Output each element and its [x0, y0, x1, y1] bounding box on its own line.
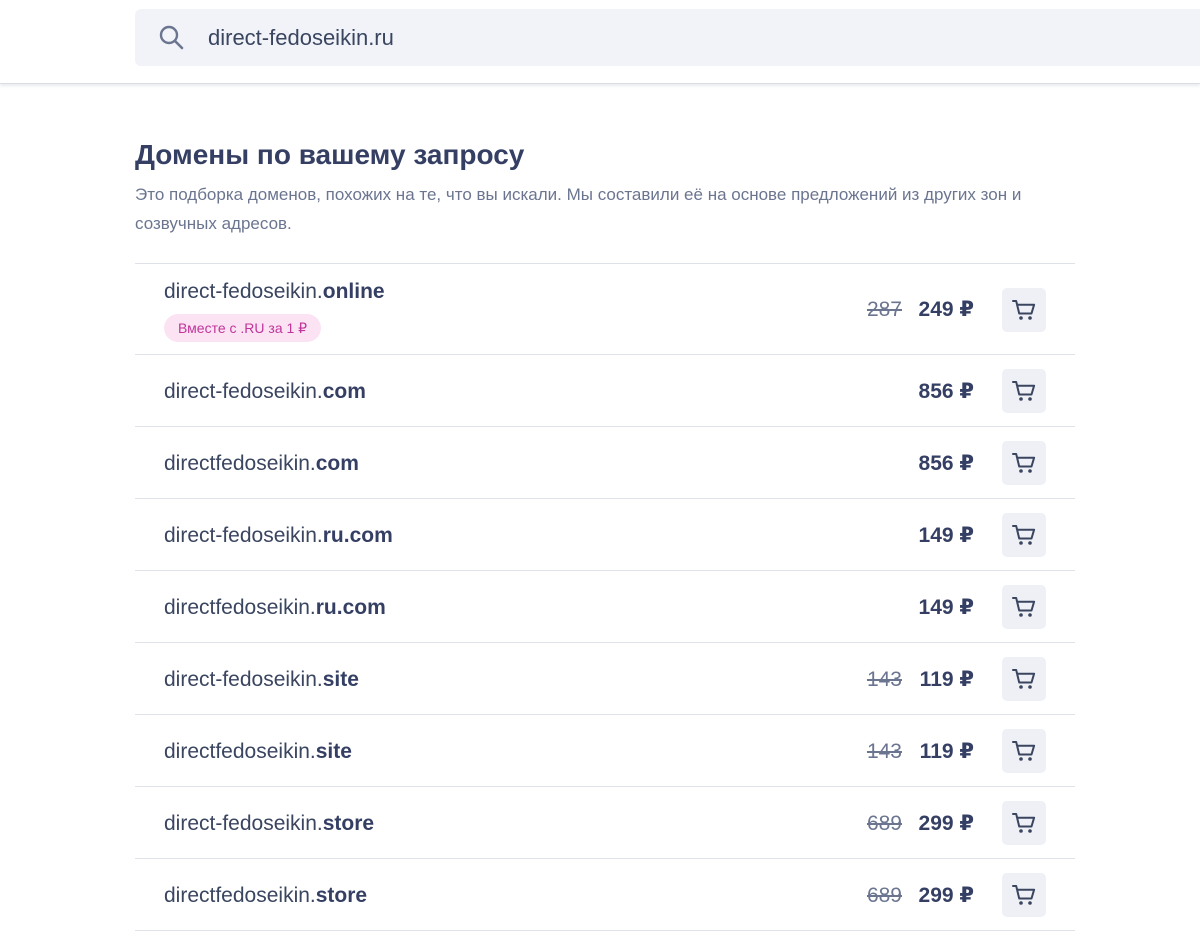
- cart-icon: [1012, 885, 1036, 905]
- cart-icon: [1012, 741, 1036, 761]
- domain-name: directfedoseikin.store: [164, 883, 367, 909]
- domain-zone: com: [315, 452, 359, 475]
- section-title: Домены по вашему запросу: [135, 139, 525, 170]
- price: 856 ₽: [918, 452, 974, 475]
- domain-base: direct-fedoseikin.: [164, 524, 323, 547]
- cart-icon: [1012, 525, 1036, 545]
- add-to-cart-button[interactable]: [1002, 441, 1046, 485]
- section-description: Это подборка доменов, похожих на те, что…: [135, 185, 1022, 233]
- price: 149 ₽: [918, 524, 974, 547]
- cart-icon: [1012, 453, 1036, 473]
- old-price: 143: [866, 740, 902, 763]
- old-price: 689: [866, 812, 902, 835]
- domain-name: directfedoseikin.site: [164, 739, 352, 765]
- price: 856 ₽: [918, 380, 974, 403]
- price: 119 ₽: [919, 668, 974, 691]
- domain-zone: store: [315, 884, 368, 907]
- add-to-cart-button[interactable]: [1002, 801, 1046, 845]
- price: 119 ₽: [919, 740, 974, 763]
- add-to-cart-button[interactable]: [1002, 513, 1046, 557]
- domain-name: directfedoseikin.ru.com: [164, 595, 386, 621]
- domain-name: direct-fedoseikin.store: [164, 811, 374, 837]
- domain-base: directfedoseikin.: [164, 596, 316, 619]
- search-query[interactable]: direct-fedoseikin.ru: [208, 25, 394, 51]
- domain-name: direct-fedoseikin.ru.com: [164, 523, 393, 549]
- search-icon[interactable]: [158, 24, 184, 50]
- domain-row: direct-fedoseikin.site 143 119 ₽: [135, 643, 1075, 715]
- domain-row: directfedoseikin.com 856 ₽: [135, 427, 1075, 499]
- cart-icon: [1012, 300, 1036, 320]
- domain-row: direct-fedoseikin.store 689 299 ₽: [135, 787, 1075, 859]
- cart-icon: [1012, 597, 1036, 617]
- promo-badge: Вместе с .RU за 1 ₽: [164, 314, 322, 342]
- price: 149 ₽: [918, 596, 974, 619]
- results-section: Домены по вашему запросу Это подборка до…: [135, 138, 1075, 238]
- price: 299 ₽: [918, 884, 974, 907]
- domain-row: direct-fedoseikin.ru.com 149 ₽: [135, 499, 1075, 571]
- add-to-cart-button[interactable]: [1002, 873, 1046, 917]
- cart-icon: [1012, 669, 1036, 689]
- domain-base: direct-fedoseikin.: [164, 380, 323, 403]
- domain-base: directfedoseikin.: [164, 884, 316, 907]
- price: 299 ₽: [918, 812, 974, 835]
- domain-row: direct-fedoseikin.com 856 ₽: [135, 355, 1075, 427]
- cart-icon: [1012, 813, 1036, 833]
- domain-zone: ru.com: [315, 596, 386, 619]
- domain-base: directfedoseikin.: [164, 740, 316, 763]
- old-price: 143: [866, 668, 902, 691]
- old-price: 287: [866, 298, 902, 321]
- add-to-cart-button[interactable]: [1002, 369, 1046, 413]
- domain-zone: ru.com: [322, 524, 393, 547]
- domain-zone: site: [315, 740, 352, 763]
- domain-zone: com: [322, 380, 366, 403]
- add-to-cart-button[interactable]: [1002, 729, 1046, 773]
- add-to-cart-button[interactable]: [1002, 657, 1046, 701]
- add-to-cart-button[interactable]: [1002, 288, 1046, 332]
- domain-base: directfedoseikin.: [164, 452, 316, 475]
- domain-name: direct-fedoseikin.com: [164, 379, 366, 405]
- cart-icon: [1012, 381, 1036, 401]
- price: 249 ₽: [918, 298, 974, 321]
- domain-zone: store: [322, 812, 375, 835]
- domain-zone: site: [322, 668, 359, 691]
- add-to-cart-button[interactable]: [1002, 585, 1046, 629]
- domain-base: direct-fedoseikin.: [164, 668, 323, 691]
- domain-row: directfedoseikin.site 143 119 ₽: [135, 715, 1075, 787]
- domain-row: directfedoseikin.store 689 299 ₽: [135, 859, 1075, 931]
- domain-list: direct-fedoseikin.online Вместе с .RU за …: [135, 263, 1075, 931]
- header: direct-fedoseikin.ru: [0, 0, 1200, 84]
- domain-zone: online: [322, 280, 385, 303]
- domain-name: direct-fedoseikin.site: [164, 667, 359, 693]
- domain-base: direct-fedoseikin.: [164, 280, 323, 303]
- domain-row: direct-fedoseikin.online Вместе с .RU за …: [135, 264, 1075, 355]
- domain-row: directfedoseikin.ru.com 149 ₽: [135, 571, 1075, 643]
- domain-base: direct-fedoseikin.: [164, 812, 323, 835]
- domain-name: directfedoseikin.com: [164, 451, 359, 477]
- old-price: 689: [866, 884, 902, 907]
- domain-name: direct-fedoseikin.online: [164, 279, 385, 305]
